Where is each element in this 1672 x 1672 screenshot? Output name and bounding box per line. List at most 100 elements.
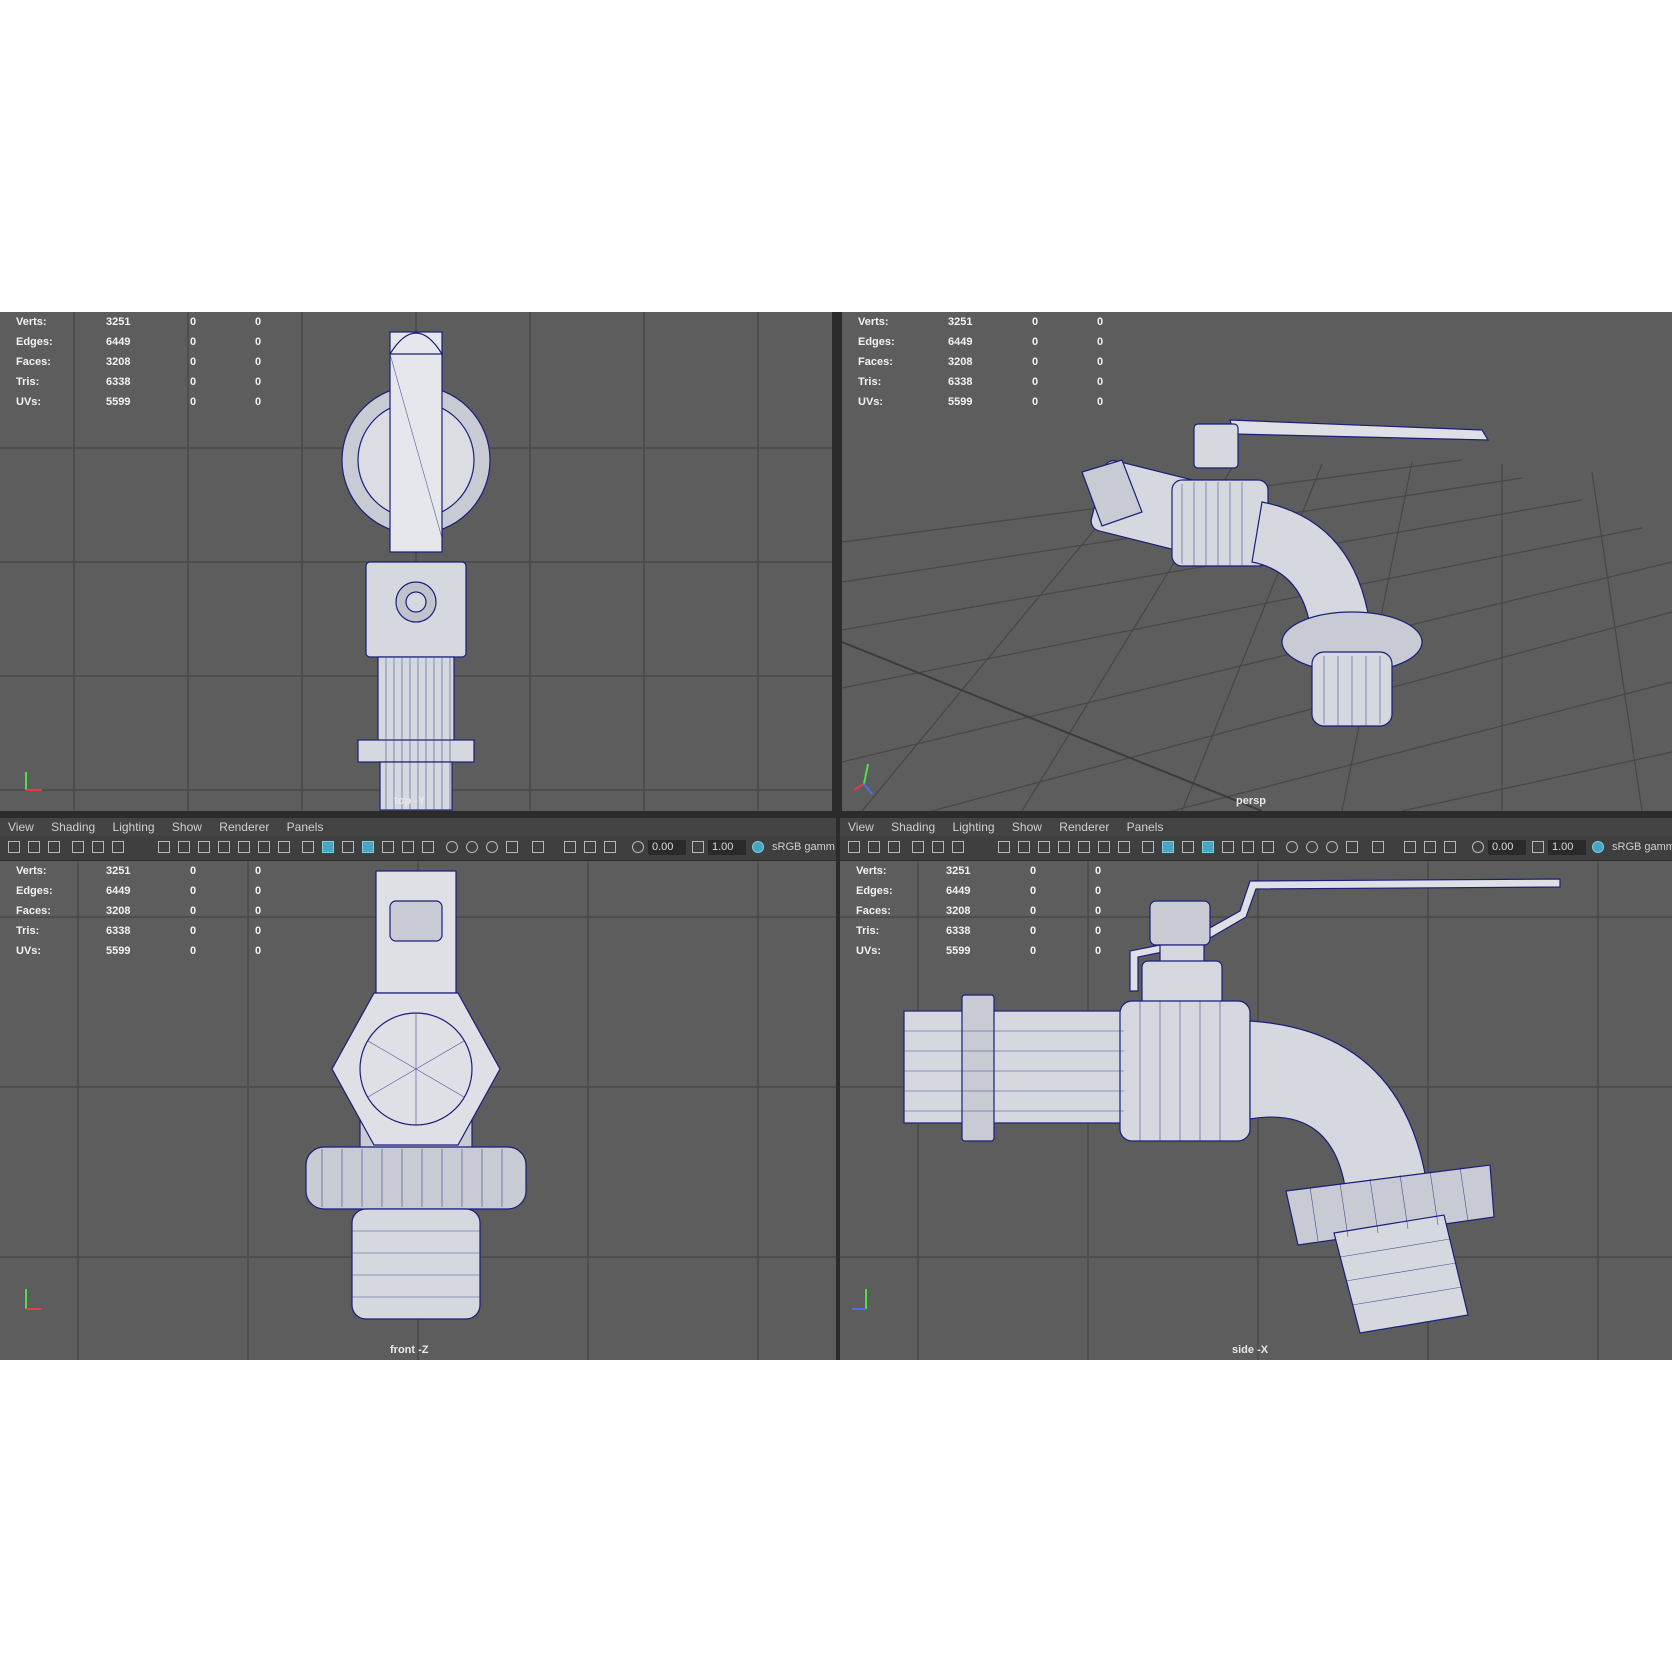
viewport-label-persp: persp	[1236, 795, 1266, 807]
axis-gizmo-front	[25, 1289, 42, 1310]
exposure-icon-side[interactable]	[1472, 841, 1484, 853]
gate-mask-icon-side[interactable]	[1058, 841, 1070, 853]
light-icon-side[interactable]	[1242, 841, 1254, 853]
panel-toolbar-front: 0.00 1.00 sRGB gamm	[0, 836, 836, 861]
viewport-side-canvas[interactable]: Verts: 3251 0 0 Edges: 6449 0 0 Faces: 3208 0 0 T…	[840, 861, 1672, 1360]
viewport-front[interactable]: View Shading Lighting Show Renderer Pane…	[0, 818, 836, 1360]
menu-shading-side[interactable]: Shading	[891, 818, 935, 836]
resolution-gate-icon[interactable]	[198, 841, 210, 853]
image-plane-icon[interactable]	[72, 841, 84, 853]
two-d-pan-zoom-icon[interactable]	[92, 841, 104, 853]
default-material-icon[interactable]	[342, 841, 354, 853]
grease-pencil-icon-side[interactable]	[952, 841, 964, 853]
isolate-icon-side[interactable]	[1372, 841, 1384, 853]
xray-components-icon-side[interactable]	[1444, 841, 1456, 853]
menu-panels[interactable]: Panels	[287, 818, 324, 836]
viewport-top[interactable]: Verts: 3251 0 0 Edges: 6449 0 0 Faces: 3208 0 0 T…	[0, 312, 832, 811]
motion-blur-icon[interactable]	[466, 841, 478, 853]
exposure-field[interactable]: 0.00	[648, 840, 686, 855]
shadows-icon-side[interactable]	[1262, 841, 1274, 853]
camera-attributes-icon[interactable]	[28, 841, 40, 853]
gamma-field-side[interactable]: 1.00	[1548, 840, 1586, 855]
xray-icon[interactable]	[564, 841, 576, 853]
wireframe-on-shaded-icon[interactable]	[362, 841, 374, 853]
shadows-icon[interactable]	[422, 841, 434, 853]
depth-of-field-icon[interactable]	[506, 841, 518, 853]
default-material-icon-side[interactable]	[1182, 841, 1194, 853]
exposure-field-side[interactable]: 0.00	[1488, 840, 1526, 855]
viewport-label-top: top -Y	[394, 795, 426, 807]
camera-icon[interactable]	[8, 841, 20, 853]
wireframe-icon[interactable]	[302, 841, 314, 853]
gamma-icon-side[interactable]	[1532, 841, 1544, 853]
maya-viewport-layout: Verts: 3251 0 0 Edges: 6449 0 0 Faces: 3208 0 0 T…	[0, 312, 1672, 1360]
safe-title-icon-side[interactable]	[1118, 841, 1130, 853]
xray-components-icon[interactable]	[604, 841, 616, 853]
gamma-icon[interactable]	[692, 841, 704, 853]
camera-attributes-icon-side[interactable]	[868, 841, 880, 853]
light-icon[interactable]	[402, 841, 414, 853]
menu-lighting-side[interactable]: Lighting	[953, 818, 995, 836]
panel-menubar-side: View Shading Lighting Show Renderer Pane…	[840, 818, 1672, 836]
menu-panels-side[interactable]: Panels	[1127, 818, 1164, 836]
color-space-label-side[interactable]: sRGB gamm	[1612, 839, 1672, 856]
axis-gizmo-top	[25, 772, 42, 791]
grease-pencil-icon[interactable]	[112, 841, 124, 853]
motion-blur-icon-side[interactable]	[1306, 841, 1318, 853]
panel-menubar-front: View Shading Lighting Show Renderer Pane…	[0, 818, 836, 836]
viewport-top-canvas[interactable]: Verts: 3251 0 0 Edges: 6449 0 0 Faces: 3208 0 0 T…	[0, 312, 832, 811]
gamma-field[interactable]: 1.00	[708, 840, 746, 855]
gate-mask-icon[interactable]	[218, 841, 230, 853]
film-gate-icon-side[interactable]	[1018, 841, 1030, 853]
xray-icon-side[interactable]	[1404, 841, 1416, 853]
bookmark-icon[interactable]	[48, 841, 60, 853]
faucet-mesh-persp	[1081, 419, 1490, 727]
smooth-shade-icon[interactable]	[322, 841, 334, 853]
menu-show[interactable]: Show	[172, 818, 202, 836]
color-space-label[interactable]: sRGB gamm	[772, 839, 835, 856]
faucet-mesh-top	[341, 331, 491, 811]
wireframe-on-shaded-icon-side[interactable]	[1202, 841, 1214, 853]
wireframe-icon-side[interactable]	[1142, 841, 1154, 853]
menu-renderer[interactable]: Renderer	[219, 818, 269, 836]
menu-show-side[interactable]: Show	[1012, 818, 1042, 836]
viewport-persp-canvas[interactable]: Verts: 3251 0 0 Edges: 6449 0 0 Faces: 3208 0 0 T…	[842, 312, 1672, 811]
isolate-icon[interactable]	[532, 841, 544, 853]
textured-icon[interactable]	[382, 841, 394, 853]
axis-gizmo-side	[852, 1289, 867, 1310]
grid-icon[interactable]	[158, 841, 170, 853]
field-chart-icon-side[interactable]	[1078, 841, 1090, 853]
safe-title-icon[interactable]	[278, 841, 290, 853]
film-gate-icon[interactable]	[178, 841, 190, 853]
viewport-side[interactable]: View Shading Lighting Show Renderer Pane…	[840, 818, 1672, 1360]
menu-shading[interactable]: Shading	[51, 818, 95, 836]
field-chart-icon[interactable]	[238, 841, 250, 853]
viewport-persp[interactable]: Verts: 3251 0 0 Edges: 6449 0 0 Faces: 3208 0 0 T…	[842, 312, 1672, 811]
safe-action-icon[interactable]	[258, 841, 270, 853]
menu-view[interactable]: View	[8, 818, 34, 836]
camera-icon-side[interactable]	[848, 841, 860, 853]
textured-icon-side[interactable]	[1222, 841, 1234, 853]
xray-joints-icon-side[interactable]	[1424, 841, 1436, 853]
color-management-icon-side[interactable]	[1592, 841, 1604, 853]
bookmark-icon-side[interactable]	[888, 841, 900, 853]
image-plane-icon-side[interactable]	[912, 841, 924, 853]
menu-renderer-side[interactable]: Renderer	[1059, 818, 1109, 836]
anti-aliasing-icon-side[interactable]	[1326, 841, 1338, 853]
screen-space-ao-icon-side[interactable]	[1286, 841, 1298, 853]
menu-lighting[interactable]: Lighting	[113, 818, 155, 836]
color-management-icon[interactable]	[752, 841, 764, 853]
exposure-icon[interactable]	[632, 841, 644, 853]
grid-icon-side[interactable]	[998, 841, 1010, 853]
panel-toolbar-side: 0.00 1.00 sRGB gamm	[840, 836, 1672, 861]
anti-aliasing-icon[interactable]	[486, 841, 498, 853]
menu-view-side[interactable]: View	[848, 818, 874, 836]
screen-space-ao-icon[interactable]	[446, 841, 458, 853]
two-d-pan-zoom-icon-side[interactable]	[932, 841, 944, 853]
resolution-gate-icon-side[interactable]	[1038, 841, 1050, 853]
viewport-front-canvas[interactable]: Verts: 3251 0 0 Edges: 6449 0 0 Faces: 3208 0 0 T…	[0, 861, 836, 1360]
depth-of-field-icon-side[interactable]	[1346, 841, 1358, 853]
safe-action-icon-side[interactable]	[1098, 841, 1110, 853]
smooth-shade-icon-side[interactable]	[1162, 841, 1174, 853]
xray-joints-icon[interactable]	[584, 841, 596, 853]
